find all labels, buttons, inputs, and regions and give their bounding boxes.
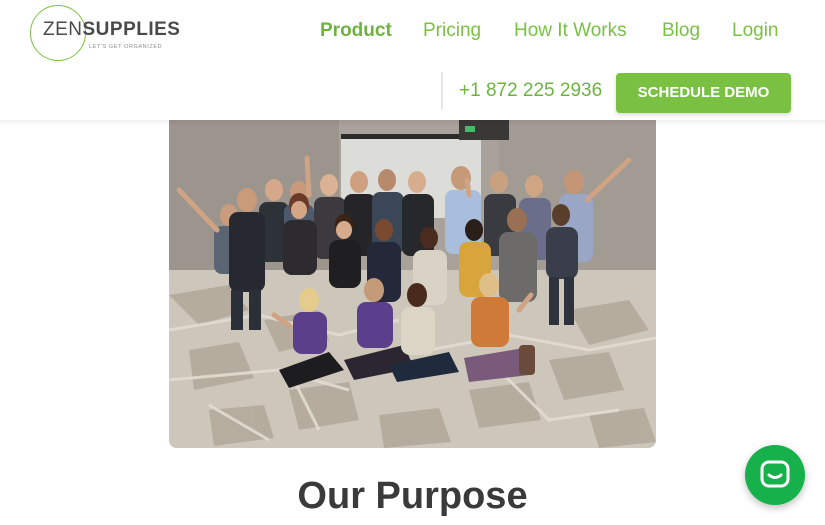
team-photo (169, 120, 656, 448)
logo-suffix: SUPPLIES (82, 19, 181, 40)
nav-how-it-works[interactable]: How It Works (514, 20, 627, 42)
logo-wordmark: ZENSUPPLIES (43, 19, 180, 41)
nav-pricing[interactable]: Pricing (423, 20, 481, 42)
nav-product[interactable]: Product (320, 20, 392, 42)
site-header: ZENSUPPLIES LET'S GET ORGANIZED Product … (0, 0, 825, 120)
schedule-demo-button[interactable]: SCHEDULE DEMO (616, 73, 791, 113)
chat-bubble-icon (760, 460, 790, 488)
phone-link[interactable]: +1 872 225 2936 (459, 80, 602, 102)
logo-tagline: LET'S GET ORGANIZED (89, 44, 163, 50)
logo[interactable]: ZENSUPPLIES LET'S GET ORGANIZED (30, 5, 180, 61)
header-shadow (0, 120, 825, 126)
nav-blog[interactable]: Blog (662, 20, 700, 42)
nav-login[interactable]: Login (732, 20, 779, 42)
chat-launcher-button[interactable] (745, 445, 805, 505)
logo-prefix: ZEN (43, 19, 83, 40)
header-divider (441, 72, 443, 110)
section-title: Our Purpose (297, 475, 528, 517)
